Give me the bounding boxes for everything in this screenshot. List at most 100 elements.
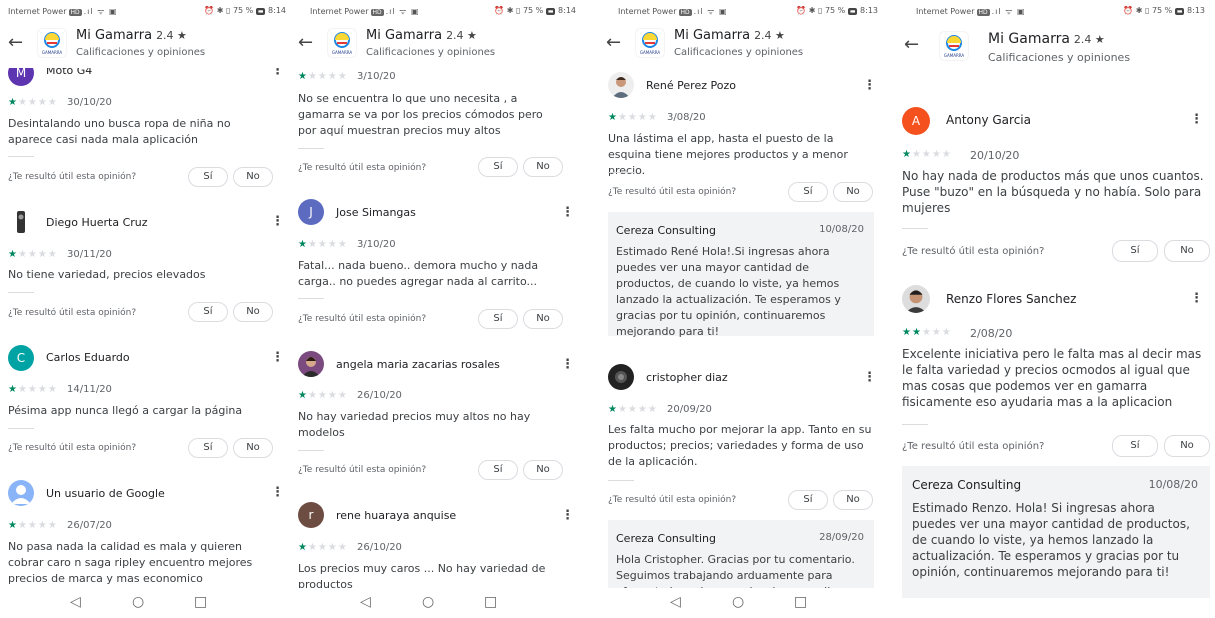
helpful-yes-button[interactable]: Sí	[188, 302, 228, 322]
helpful-question: ¿Te resultó útil esta opinión?	[608, 495, 737, 505]
more-options-icon[interactable]: ⋮	[1190, 292, 1203, 305]
helpful-yes-button[interactable]: Sí	[478, 309, 518, 329]
divider	[8, 156, 34, 157]
helpful-yes-button[interactable]: Sí	[1112, 240, 1158, 262]
reviewer-name: Jose Simangas	[336, 206, 416, 219]
back-nav-icon[interactable]: ◁	[70, 594, 81, 610]
developer-name: Cereza Consulting	[912, 478, 1022, 492]
reviewer-name: cristopher diaz	[646, 371, 728, 384]
helpful-no-button[interactable]: No	[833, 182, 873, 202]
svg-text:GAMARRA: GAMARRA	[944, 53, 964, 58]
home-nav-icon[interactable]: ○	[732, 594, 744, 610]
helpful-no-button[interactable]: No	[233, 438, 273, 458]
page-subtitle: Calificaciones y opiniones	[988, 51, 1131, 64]
star-rating: ★★★★★	[8, 384, 58, 395]
svg-text:GAMARRA: GAMARRA	[332, 50, 352, 55]
star-rating: ★★★★★	[8, 520, 58, 531]
divider	[298, 450, 324, 451]
back-arrow-icon[interactable]: ←	[606, 34, 621, 52]
app-title: Mi Gamarra	[366, 28, 443, 43]
helpful-no-button[interactable]: No	[233, 302, 273, 322]
reviews-list[interactable]: M Moto G4 ⋮ ★★★★★ 30/10/20 Desintalando …	[0, 0, 296, 588]
helpful-no-button[interactable]: No	[523, 460, 563, 480]
more-options-icon[interactable]: ⋮	[271, 486, 284, 499]
divider	[8, 292, 34, 293]
avatar	[8, 209, 34, 235]
app-bar: ← GAMARRA Mi Gamarra 2.4 ★ Calificaciones…	[894, 22, 1215, 74]
reviewer-name: Renzo Flores Sanchez	[946, 292, 1077, 306]
helpful-no-button[interactable]: No	[833, 490, 873, 510]
more-options-icon[interactable]: ⋮	[561, 509, 574, 522]
helpful-question: ¿Te resultó útil esta opinión?	[902, 246, 1045, 257]
app-title: Mi Gamarra	[76, 28, 153, 43]
system-nav-bar: ◁ ○ □	[0, 588, 296, 618]
review-text: No se encuentra lo que uno necesita , a …	[298, 92, 543, 137]
helpful-question: ¿Te resultó útil esta opinión?	[298, 314, 427, 324]
helpful-yes-button[interactable]: Sí	[1112, 435, 1158, 457]
divider	[298, 298, 324, 299]
helpful-no-button[interactable]: No	[523, 157, 563, 177]
home-nav-icon[interactable]: ○	[132, 594, 144, 610]
helpful-question: ¿Te resultó útil esta opinión?	[8, 308, 137, 318]
app-rating: 2.4 ★	[1073, 33, 1105, 46]
back-arrow-icon[interactable]: ←	[904, 36, 919, 54]
review-text: No tiene variedad, precios elevados	[8, 268, 206, 281]
helpful-question: ¿Te resultó útil esta opinión?	[8, 172, 137, 182]
app-rating: 2.4 ★	[754, 29, 785, 42]
recents-nav-icon[interactable]: □	[484, 594, 497, 610]
svg-text:GAMARRA: GAMARRA	[42, 50, 62, 55]
helpful-yes-button[interactable]: Sí	[788, 490, 828, 510]
avatar: C	[8, 345, 34, 371]
more-options-icon[interactable]: ⋮	[863, 79, 876, 92]
more-options-icon[interactable]: ⋮	[863, 371, 876, 384]
reviews-list[interactable]: René Perez Pozo ⋮ ★★★★★ 3/08/20 Una lást…	[598, 0, 888, 588]
helpful-yes-button[interactable]: Sí	[188, 167, 228, 187]
helpful-no-button[interactable]: No	[523, 309, 563, 329]
back-arrow-icon[interactable]: ←	[298, 34, 313, 52]
review-text: Desintalando uno busca ropa de niña no a…	[8, 117, 231, 146]
helpful-no-button[interactable]: No	[1164, 435, 1210, 457]
more-options-icon[interactable]: ⋮	[561, 358, 574, 371]
star-rating: ★★★★★	[298, 71, 348, 82]
helpful-yes-button[interactable]: Sí	[478, 157, 518, 177]
more-options-icon[interactable]: ⋮	[271, 351, 284, 364]
review-text: Les falta mucho por mejorar la app. Tant…	[608, 423, 872, 468]
divider	[902, 228, 928, 229]
more-options-icon[interactable]: ⋮	[271, 215, 284, 228]
more-options-icon[interactable]: ⋮	[561, 206, 574, 219]
helpful-no-button[interactable]: No	[233, 167, 273, 187]
helpful-yes-button[interactable]: Sí	[788, 182, 828, 202]
reply-text: Estimado Renzo. Hola! Si ingresas ahora …	[912, 501, 1190, 579]
review-date: 26/10/20	[357, 542, 402, 553]
review-text: Pésima app nunca llegó a cargar la págin…	[8, 404, 243, 417]
home-nav-icon[interactable]: ○	[422, 594, 434, 610]
app-logo-icon: GAMARRA	[940, 32, 968, 60]
reviewer-name: Un usuario de Google	[46, 487, 165, 500]
avatar	[902, 285, 930, 313]
app-rating: 2.4 ★	[446, 29, 477, 42]
app-bar: ← GAMARRA Mi Gamarra 2.4 ★ Calificaciones…	[0, 22, 296, 68]
back-nav-icon[interactable]: ◁	[360, 594, 371, 610]
more-options-icon[interactable]: ⋮	[1190, 113, 1203, 126]
reviews-list[interactable]: A Antony Garcia ⋮ ★★★★★ 20/10/20 No hay …	[894, 0, 1215, 618]
reviewer-name: Diego Huerta Cruz	[46, 216, 148, 229]
developer-reply: Cereza Consulting 10/08/20 Estimado René…	[608, 212, 874, 338]
helpful-no-button[interactable]: No	[1164, 240, 1210, 262]
review-date: 20/10/20	[970, 149, 1020, 162]
avatar: A	[902, 107, 930, 135]
helpful-question: ¿Te resultó útil esta opinión?	[8, 443, 137, 453]
helpful-yes-button[interactable]: Sí	[188, 438, 228, 458]
review-text: Excelente iniciativa pero le falta mas a…	[902, 347, 1202, 409]
review-date: 3/10/20	[357, 71, 396, 82]
star-rating: ★★★★★	[298, 542, 348, 553]
back-arrow-icon[interactable]: ←	[8, 34, 23, 52]
reviews-list[interactable]: ★★★★★ 3/10/20 No se encuentra lo que uno…	[290, 0, 586, 588]
system-nav-bar: ◁ ○ □	[598, 588, 888, 618]
star-rating: ★★★★★	[902, 149, 952, 160]
recents-nav-icon[interactable]: □	[194, 594, 207, 610]
recents-nav-icon[interactable]: □	[794, 594, 807, 610]
back-nav-icon[interactable]: ◁	[670, 594, 681, 610]
app-title: Mi Gamarra	[988, 31, 1070, 47]
app-rating: 2.4 ★	[156, 29, 187, 42]
helpful-yes-button[interactable]: Sí	[478, 460, 518, 480]
